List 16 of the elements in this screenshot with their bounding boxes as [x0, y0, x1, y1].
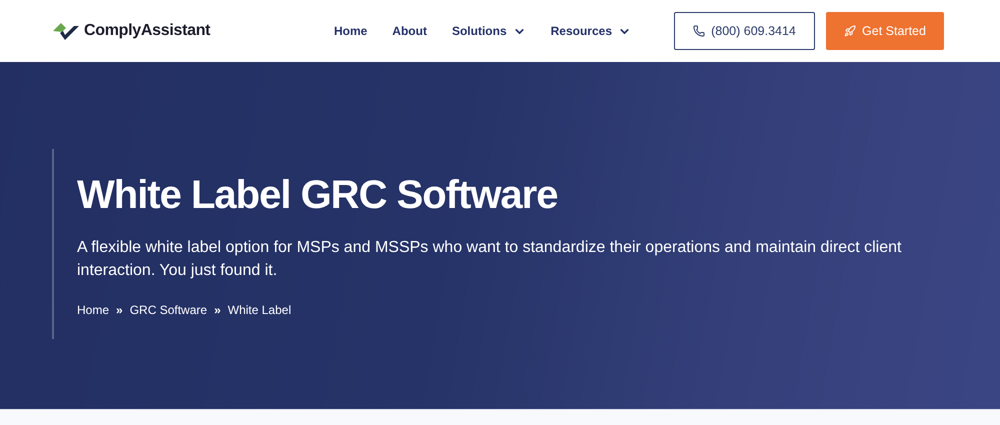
nav-link[interactable]: Resources: [550, 24, 631, 38]
hero-subtitle: A flexible white label option for MSPs and MSSPs who want to standardize their operations and maintain direct client interaction. You just found it.: [77, 238, 902, 280]
breadcrumb-link[interactable]: Home: [77, 302, 110, 316]
rocket-icon: [844, 25, 856, 37]
nav-link[interactable]: About: [392, 24, 427, 38]
phone-button[interactable]: (800) 609.3414: [674, 12, 815, 50]
hero-title: White Label GRC Software: [77, 172, 558, 218]
breadcrumb-separator: »: [214, 302, 221, 316]
breadcrumb-link[interactable]: White Label: [228, 302, 292, 316]
phone-icon: [693, 25, 706, 37]
logo-text: ComplyAssistant: [84, 22, 210, 40]
logo-icon: [52, 20, 80, 42]
nav-link[interactable]: Solutions: [452, 24, 526, 38]
breadcrumb-link[interactable]: GRC Software: [130, 302, 208, 316]
nav-link[interactable]: Home: [334, 24, 368, 38]
breadcrumb-separator: »: [116, 302, 123, 316]
